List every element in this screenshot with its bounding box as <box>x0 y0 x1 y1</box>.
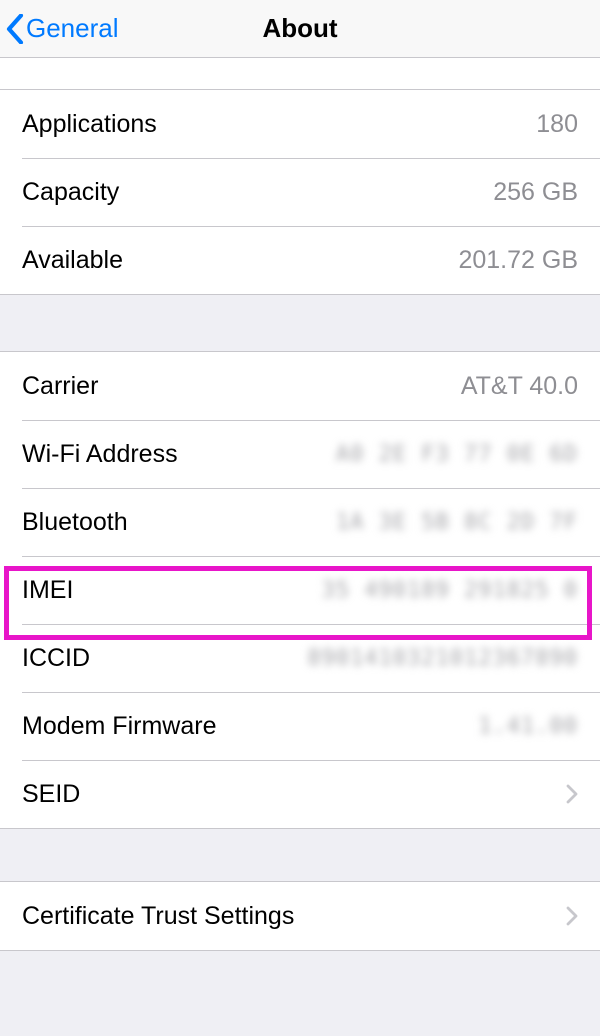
row-imei[interactable]: IMEI 35 490189 291825 0 <box>0 556 600 624</box>
row-seid[interactable]: SEID <box>0 760 600 828</box>
row-modem-firmware[interactable]: Modem Firmware 1.41.00 <box>0 692 600 760</box>
group-identifiers: Carrier AT&T 40.0 Wi-Fi Address A0 2E F3… <box>0 351 600 829</box>
applications-label: Applications <box>22 110 157 139</box>
modem-label: Modem Firmware <box>22 712 216 741</box>
chevron-left-icon <box>6 14 24 44</box>
imei-value: 35 490189 291825 0 <box>322 578 578 603</box>
wifi-label: Wi-Fi Address <box>22 440 178 469</box>
available-label: Available <box>22 246 123 275</box>
wifi-value: A0 2E F3 77 0E 6D <box>336 442 578 467</box>
iccid-label: ICCID <box>22 644 90 673</box>
row-wifi-address[interactable]: Wi-Fi Address A0 2E F3 77 0E 6D <box>0 420 600 488</box>
row-available[interactable]: Available 201.72 GB <box>0 226 600 294</box>
cert-label: Certificate Trust Settings <box>22 902 294 931</box>
capacity-value: 256 GB <box>493 178 578 207</box>
row-capacity[interactable]: Capacity 256 GB <box>0 158 600 226</box>
group-certificates: Certificate Trust Settings <box>0 881 600 951</box>
iccid-value: 8901410321012367890 <box>307 646 578 671</box>
modem-value: 1.41.00 <box>478 714 578 739</box>
row-bluetooth[interactable]: Bluetooth 1A 3E 5B 8C 2D 7F <box>0 488 600 556</box>
seid-label: SEID <box>22 780 80 809</box>
applications-value: 180 <box>536 110 578 139</box>
carrier-label: Carrier <box>22 372 98 401</box>
chevron-right-icon <box>566 784 578 804</box>
section-spacer <box>0 829 600 881</box>
bluetooth-label: Bluetooth <box>22 508 128 537</box>
bluetooth-value: 1A 3E 5B 8C 2D 7F <box>336 510 578 535</box>
imei-label: IMEI <box>22 576 73 605</box>
row-iccid[interactable]: ICCID 8901410321012367890 <box>0 624 600 692</box>
carrier-value: AT&T 40.0 <box>461 372 578 401</box>
row-applications[interactable]: Applications 180 <box>0 90 600 158</box>
partial-row-top <box>0 58 600 90</box>
capacity-label: Capacity <box>22 178 119 207</box>
back-label: General <box>26 13 119 44</box>
row-certificate-trust[interactable]: Certificate Trust Settings <box>0 882 600 950</box>
row-carrier[interactable]: Carrier AT&T 40.0 <box>0 352 600 420</box>
section-spacer <box>0 295 600 351</box>
chevron-right-icon <box>566 906 578 926</box>
back-button[interactable]: General <box>6 13 119 44</box>
navbar: General About <box>0 0 600 58</box>
group-storage: Applications 180 Capacity 256 GB Availab… <box>0 90 600 295</box>
available-value: 201.72 GB <box>458 246 578 275</box>
